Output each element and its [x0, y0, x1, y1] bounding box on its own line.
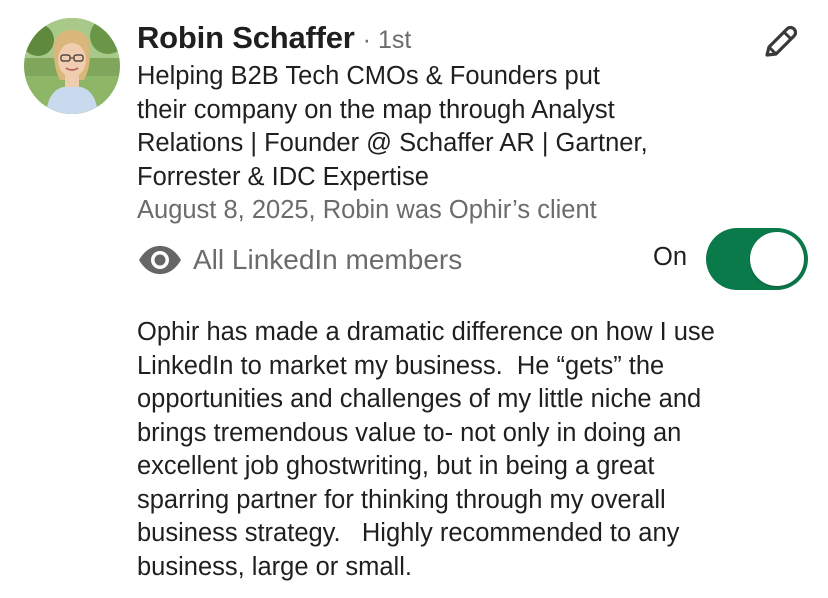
avatar[interactable]: [24, 18, 120, 114]
visibility-label: All LinkedIn members: [193, 244, 463, 275]
author-headline: Helping B2B Tech CMOs & Founders put the…: [137, 60, 737, 194]
headline-line: Helping B2B Tech CMOs & Founders put: [137, 62, 601, 90]
toggle-label: On: [653, 243, 688, 271]
recommendation-line: business, large or small.: [137, 552, 412, 581]
visibility-setting[interactable]: All LinkedIn members: [137, 240, 462, 280]
headline-line: Forrester & IDC Expertise: [137, 162, 429, 191]
recommendation-line: LinkedIn to market my business. He “gets…: [137, 351, 665, 380]
headline-line: Relations | Founder @ Schaffer AR | Gart…: [137, 129, 648, 157]
recommendation-line: sparring partner for thinking through my…: [137, 485, 666, 514]
recommendation-line: Ophir has made a dramatic difference on …: [137, 318, 715, 346]
toggle-knob: [750, 232, 804, 286]
recommendation-line: excellent job ghostwriting, but in being…: [137, 452, 655, 480]
author-name[interactable]: Robin Schaffer: [137, 20, 355, 56]
header-row: Robin Schaffer · 1st: [137, 20, 411, 60]
connection-degree: · 1st: [362, 26, 412, 54]
recommendation-text: Ophir has made a dramatic difference on …: [137, 316, 817, 584]
pencil-icon: [759, 21, 801, 68]
headline-line: their company on the map through Analyst: [137, 95, 615, 124]
visibility-toggle[interactable]: [706, 228, 808, 290]
eye-icon: [137, 240, 183, 280]
relationship-meta: August 8, 2025, Robin was Ophir’s client: [137, 196, 597, 224]
recommendation-line: business strategy. Highly recommended to…: [137, 519, 680, 547]
recommendation-line: opportunities and challenges of my littl…: [137, 385, 702, 413]
recommendation-line: brings tremendous value to- not only in …: [137, 418, 682, 447]
edit-button[interactable]: [758, 22, 802, 66]
